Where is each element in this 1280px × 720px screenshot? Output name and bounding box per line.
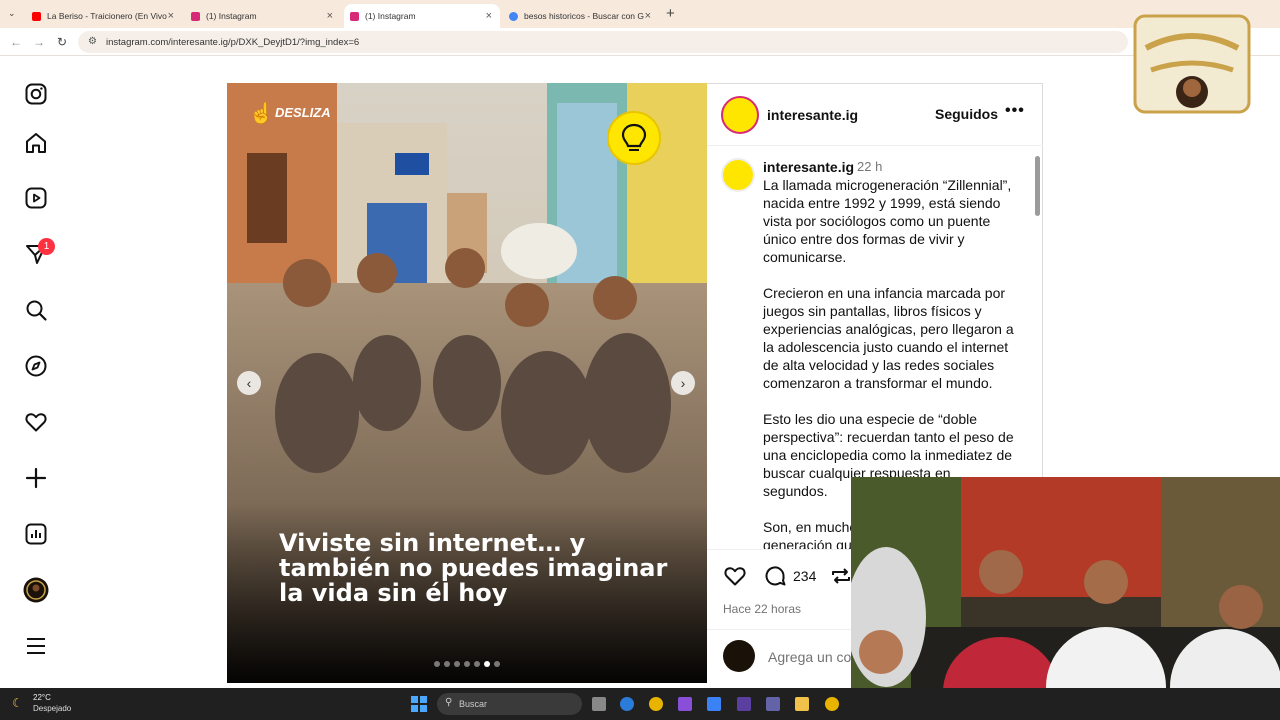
swipe-hint: DESLIZA (275, 105, 331, 120)
taskbar-search[interactable]: ⚲ Buscar (437, 693, 582, 715)
teams-icon[interactable] (766, 697, 780, 711)
commenter-avatar (723, 640, 755, 672)
comment-icon[interactable] (763, 564, 787, 593)
reels-icon[interactable] (22, 184, 50, 212)
tab-search-icon[interactable]: ⌄ (8, 8, 16, 19)
caption-author-avatar[interactable] (721, 158, 755, 192)
mail-icon[interactable] (707, 697, 721, 711)
file-explorer-icon[interactable] (795, 697, 809, 711)
caption-username[interactable]: interesante.ig (763, 159, 854, 175)
following-button[interactable]: Seguidos (935, 106, 998, 122)
more-options-icon[interactable]: ••• (1005, 102, 1025, 120)
swipe-hand-icon: ☝ (249, 103, 274, 125)
browser-tab-3[interactable]: (1) Instagram × (344, 4, 500, 28)
reload-icon[interactable]: ↻ (57, 35, 67, 49)
explore-icon[interactable] (22, 352, 50, 380)
caption-paragraph: Crecieron en una infancia marcada por ju… (763, 285, 1014, 391)
repost-icon[interactable] (829, 564, 853, 593)
image-caption: Viviste sin internet… y también no puede… (279, 529, 668, 607)
app-icon[interactable] (678, 697, 692, 711)
edge-icon[interactable] (620, 697, 634, 711)
interesante-logo (607, 111, 661, 165)
weather-temperature: 22°C (33, 693, 51, 702)
more-menu-icon[interactable] (22, 632, 50, 660)
instagram-tab-icon (350, 11, 359, 21)
add-comment-input[interactable]: Agrega un co (768, 649, 851, 665)
address-bar: ← → ↻ ⚙ instagram.com/interesante.ig/p/D… (0, 28, 1280, 56)
comment-count: 234 (793, 568, 817, 584)
caption-time: 22 h (857, 159, 883, 174)
stream-logo (1131, 12, 1253, 116)
messages-badge: 1 (38, 238, 55, 255)
webcam-feed (851, 477, 1280, 720)
home-icon[interactable] (22, 129, 50, 157)
forward-icon[interactable]: → (33, 35, 45, 49)
notifications-icon[interactable] (22, 408, 50, 436)
carousel-dot (454, 661, 460, 667)
author-username[interactable]: interesante.ig (767, 107, 858, 123)
browser-tab-4[interactable]: besos historicos - Buscar con G × (503, 4, 659, 28)
task-view-icon[interactable] (592, 697, 606, 711)
site-info-icon[interactable]: ⚙ (88, 36, 97, 47)
carousel-next-button[interactable]: › (671, 371, 695, 395)
carousel-prev-button[interactable]: ‹ (237, 371, 261, 395)
search-icon[interactable] (22, 296, 50, 324)
browser-tab-2[interactable]: (1) Instagram × (185, 4, 341, 28)
profile-avatar[interactable] (22, 576, 50, 604)
close-tab-icon[interactable]: × (486, 10, 492, 22)
caption-scrollbar[interactable] (1035, 156, 1040, 216)
browser-tab-1[interactable]: La Beriso - Traicionero (En Vivo × (26, 4, 182, 28)
dashboard-icon[interactable] (22, 520, 50, 548)
obs-icon[interactable] (737, 697, 751, 711)
carousel-dot (434, 661, 440, 667)
webcam-overlay (851, 477, 1280, 720)
taskbar-search-icon: ⚲ (445, 697, 453, 708)
instagram-logo-icon[interactable] (22, 80, 50, 108)
chrome-active-icon[interactable] (825, 697, 839, 711)
carousel-dot-active (484, 661, 490, 667)
close-tab-icon[interactable]: × (645, 10, 651, 22)
new-tab-button[interactable]: + (666, 5, 675, 22)
posted-time: Hace 22 horas (723, 602, 802, 616)
moon-weather-icon: ☾ (12, 696, 23, 710)
instagram-tab-icon (191, 11, 200, 21)
carousel-dot (464, 661, 470, 667)
google-icon (509, 11, 518, 21)
post-image[interactable]: ☝ DESLIZA ‹ › Viviste sin internet… y ta… (227, 83, 707, 683)
back-icon[interactable]: ← (10, 35, 22, 49)
caption-paragraph: La llamada microgeneración “Zillennial”,… (763, 177, 1012, 265)
windows-taskbar: ☾ 22°C Despejado ⚲ Buscar (0, 688, 1280, 720)
browser-tabbar: ⌄ La Beriso - Traicionero (En Vivo × (1)… (0, 0, 1280, 28)
post-header: interesante.ig Seguidos ••• (707, 84, 1043, 146)
carousel-dot (474, 661, 480, 667)
like-icon[interactable] (723, 564, 747, 593)
carousel-dot (444, 661, 450, 667)
windows-start-icon[interactable] (411, 696, 427, 712)
close-tab-icon[interactable]: × (168, 10, 174, 22)
weather-description: Despejado (33, 704, 72, 713)
close-tab-icon[interactable]: × (327, 10, 333, 22)
carousel-dot (494, 661, 500, 667)
url-field[interactable]: ⚙ instagram.com/interesante.ig/p/DXK_Dey… (78, 31, 1128, 53)
create-icon[interactable] (22, 464, 50, 492)
chrome-icon[interactable] (649, 697, 663, 711)
carousel-dots (434, 661, 500, 667)
author-avatar[interactable] (721, 96, 759, 134)
youtube-icon (32, 11, 41, 21)
